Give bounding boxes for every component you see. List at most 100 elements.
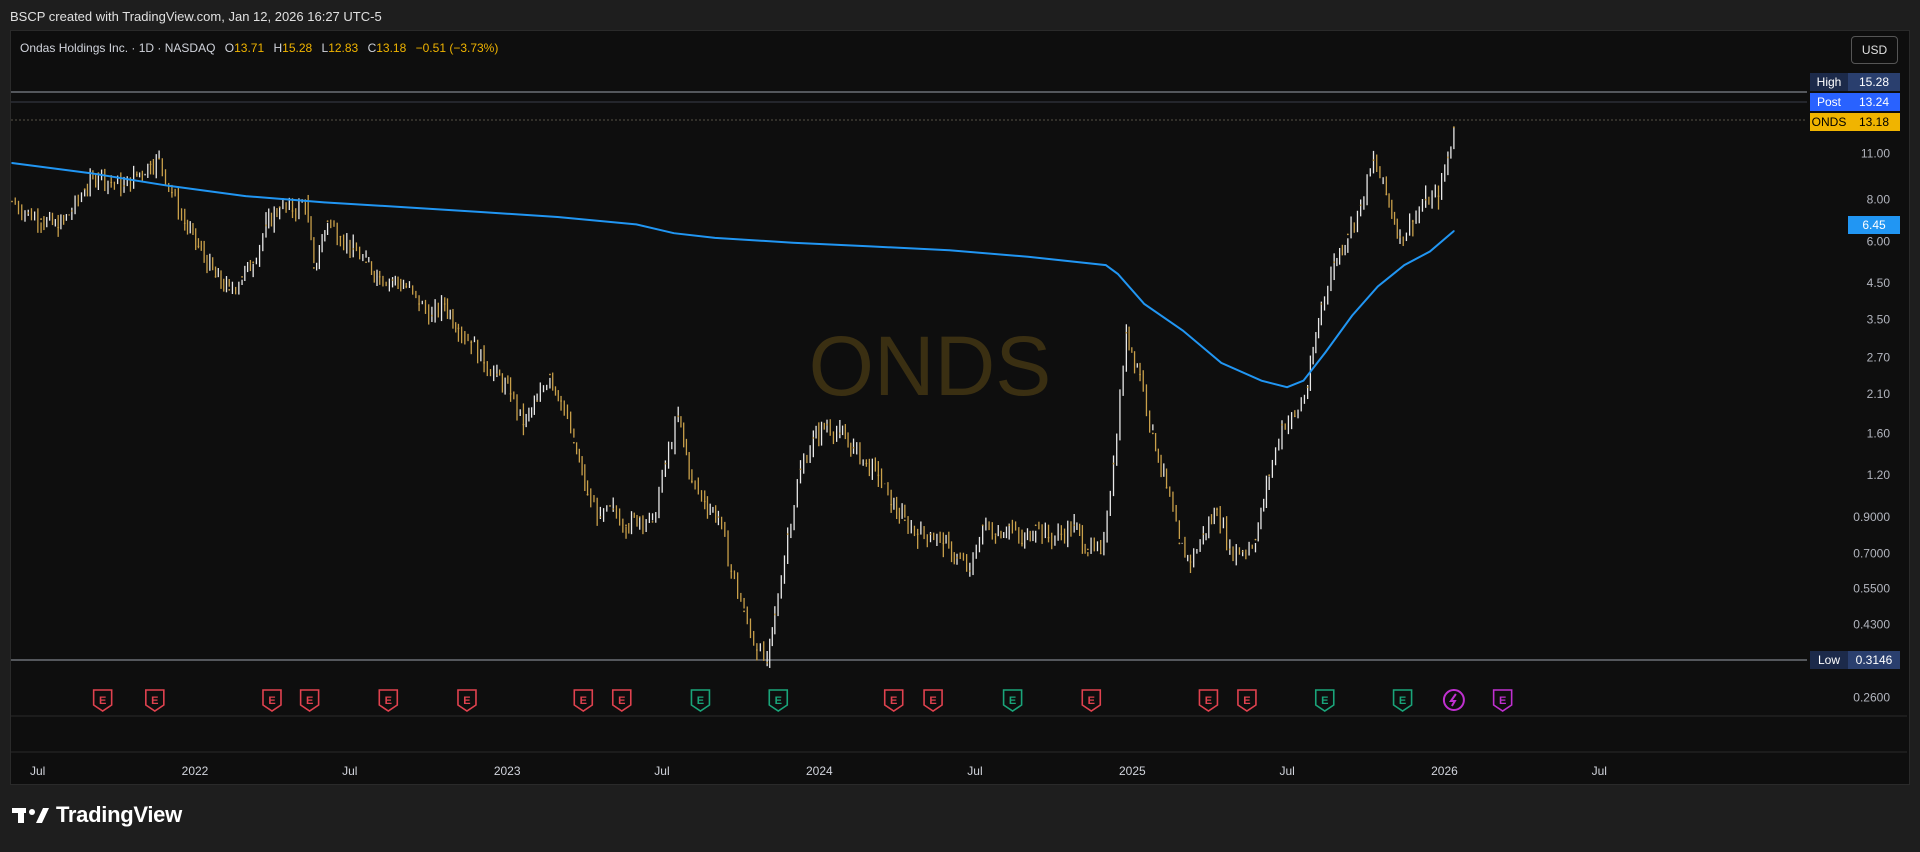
symbol-legend: Ondas Holdings Inc. · 1D · NASDAQ O13.71… [20, 41, 498, 55]
price-point [549, 373, 551, 376]
moving-average-point [714, 237, 716, 239]
price-point [1241, 550, 1244, 553]
price-point [1281, 423, 1283, 426]
price-point [291, 210, 294, 212]
moving-average-point [1376, 285, 1379, 288]
tradingview-brand: TradingView [56, 802, 182, 827]
price-point [326, 220, 329, 223]
price-point [1165, 486, 1168, 489]
time-tick-label: Jul [654, 764, 669, 778]
price-point [690, 480, 693, 483]
earnings-event-icon[interactable]: E [573, 689, 594, 712]
moving-average-series [11, 162, 1455, 389]
tradingview-logo[interactable]: TradingView [12, 802, 182, 828]
price-point [1086, 548, 1089, 551]
price-point [457, 327, 460, 330]
price-tag-value: 6.45 [1862, 218, 1886, 232]
time-tick-label: Jul [342, 764, 357, 778]
moving-average-point [479, 211, 482, 213]
earnings-event-icon[interactable]: E [923, 689, 943, 712]
price-tick-label: 0.7000 [1853, 546, 1890, 560]
earnings-event-icon[interactable]: E [768, 689, 789, 712]
earnings-event-icon[interactable]: E [1392, 689, 1413, 712]
price-tag-label: Low [1818, 653, 1840, 667]
earnings-event-letter: E [1321, 695, 1328, 707]
price-point [612, 508, 615, 511]
moving-average-point [1260, 379, 1263, 382]
price-point [1254, 538, 1257, 541]
moving-average-point [1286, 386, 1288, 388]
moving-average-point [1105, 264, 1107, 266]
earnings-events[interactable]: EEEEEEEEEEEEEEEEEEE [92, 689, 1513, 712]
earnings-event-letter: E [306, 695, 313, 707]
price-point [1073, 524, 1076, 527]
moving-average-point [1324, 351, 1327, 353]
earnings-event-icon[interactable]: E [262, 689, 282, 712]
price-point [1151, 432, 1154, 435]
price-point [1424, 198, 1427, 201]
moving-average-point [1116, 273, 1119, 275]
price-point [826, 423, 828, 426]
price-point [903, 519, 906, 522]
earnings-event-icon[interactable]: E [145, 689, 165, 712]
time-tick-label: 2022 [182, 764, 209, 778]
split-event-bolt [1448, 693, 1457, 707]
price-tick-label: 0.4300 [1853, 617, 1890, 631]
earnings-event-icon[interactable]: E [299, 689, 320, 712]
earnings-event-icon[interactable]: E [1314, 689, 1335, 712]
price-point [586, 493, 589, 496]
earnings-event-letter: E [580, 695, 587, 707]
tradingview-logo-icon [12, 808, 49, 823]
price-point [1293, 415, 1296, 418]
price-point [1437, 195, 1440, 197]
earnings-event-icon[interactable]: E [457, 689, 477, 712]
symbol-name[interactable]: Ondas Holdings Inc. · 1D · NASDAQ [20, 41, 215, 55]
earnings-event-icon[interactable]: E [1081, 689, 1102, 712]
moving-average-point [1429, 250, 1431, 253]
price-point [1189, 561, 1192, 563]
open-label: O [224, 41, 235, 55]
price-tick-label: 2.70 [1867, 350, 1891, 364]
price-point [1452, 126, 1455, 129]
earnings-event-icon[interactable]: E [883, 689, 904, 712]
moving-average-point [948, 249, 951, 251]
price-tick-label: 11.00 [1861, 146, 1890, 160]
earnings-event-icon[interactable]: E [1002, 689, 1023, 712]
price-point [703, 500, 706, 503]
earnings-event-icon[interactable]: E [1237, 689, 1257, 712]
price-tags: High 15.28 Post 13.24 ONDS 13.18 6.45 Low 0.3146 [1810, 73, 1900, 669]
price-point [968, 570, 971, 573]
price-tag-value: 13.24 [1859, 95, 1889, 109]
earnings-event-letter: E [1205, 695, 1212, 707]
split-event-icon[interactable] [1442, 689, 1465, 711]
high-label: H [273, 41, 283, 55]
price-point [265, 224, 267, 227]
earnings-event-icon[interactable]: E [92, 689, 113, 712]
price-point [994, 533, 997, 535]
price-point [1333, 261, 1336, 264]
price-tag-value: 13.18 [1859, 115, 1889, 129]
moving-average-point [1220, 362, 1223, 364]
earnings-event-letter: E [99, 695, 106, 707]
earnings-event-icon[interactable]: E [611, 689, 632, 712]
earnings-event-icon[interactable]: E [1198, 689, 1219, 712]
price-point [83, 188, 86, 191]
earnings-event-letter: E [1009, 695, 1016, 707]
moving-average-point [402, 206, 404, 208]
moving-average-point [1143, 303, 1146, 305]
currency-button[interactable]: USD [1851, 36, 1898, 64]
earnings-event-icon[interactable]: E [690, 689, 711, 712]
price-point [1359, 204, 1362, 207]
price-point [418, 303, 420, 305]
chart-canvas[interactable]: ONDS 11.00 8.00 6.00 4.50 3.50 2.70 2.10 1.60 1.… [0, 0, 1920, 852]
price-point [1125, 331, 1128, 334]
price-point [981, 524, 984, 527]
price-point [799, 468, 802, 471]
earnings-event-icon[interactable]: E [1492, 689, 1513, 712]
price-point [956, 556, 958, 559]
price-point [312, 267, 315, 269]
earnings-event-icon[interactable]: E [378, 689, 399, 712]
price-tag-label: ONDS [1812, 115, 1847, 129]
price-tick-label: 3.50 [1867, 313, 1891, 327]
price-point [1216, 508, 1218, 511]
